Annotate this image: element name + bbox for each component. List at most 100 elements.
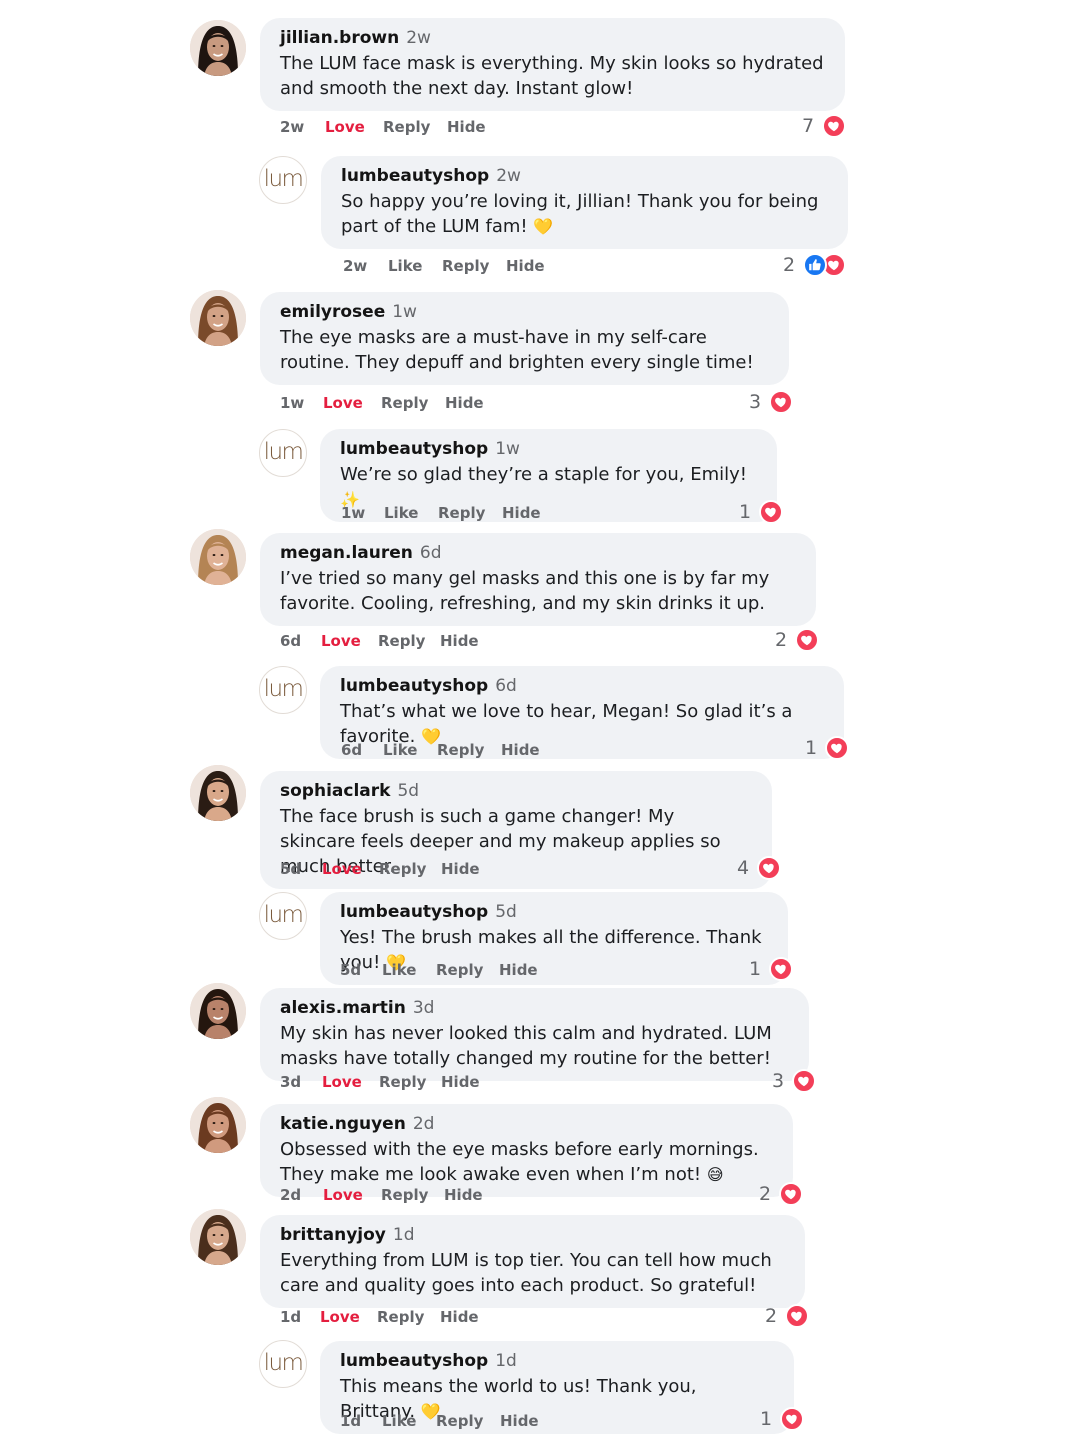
like-button[interactable]: Like <box>388 257 422 275</box>
avatar[interactable] <box>190 1209 246 1265</box>
username-link[interactable]: sophiaclark <box>280 781 390 801</box>
comment-bubble: jillian.brown 2w The LUM face mask is ever… <box>260 18 845 111</box>
username-link[interactable]: alexis.martin <box>280 998 406 1018</box>
hide-button[interactable]: Hide <box>441 860 480 878</box>
reply-button[interactable]: Reply <box>437 741 484 759</box>
hide-button[interactable]: Hide <box>501 741 540 759</box>
username-link[interactable]: lumbeautyshop <box>340 902 488 922</box>
username-link[interactable]: emilyrosee <box>280 302 385 322</box>
reaction-count: 3 <box>772 1070 785 1092</box>
hide-button[interactable]: Hide <box>445 394 484 412</box>
emoji: 💛 <box>533 217 554 236</box>
action-time[interactable]: 1d <box>340 1412 361 1430</box>
brand-avatar[interactable]: lum <box>259 429 307 477</box>
reply-button[interactable]: Reply <box>379 1073 426 1091</box>
avatar[interactable] <box>190 529 246 585</box>
brand-avatar[interactable]: lum <box>259 1340 307 1388</box>
love-button[interactable]: Love <box>322 860 362 878</box>
username-link[interactable]: brittanyjoy <box>280 1225 386 1245</box>
hide-button[interactable]: Hide <box>500 1412 539 1430</box>
hide-button[interactable]: Hide <box>440 1308 479 1326</box>
reaction-summary[interactable]: 1 <box>739 499 784 525</box>
action-time[interactable]: 1w <box>341 504 365 522</box>
hide-button[interactable]: Hide <box>441 1073 480 1091</box>
heart-icon <box>779 1182 804 1206</box>
action-time[interactable]: 6d <box>280 632 301 650</box>
love-button[interactable]: Love <box>325 118 365 136</box>
avatar[interactable] <box>190 20 246 76</box>
action-time[interactable]: 5d <box>340 961 361 979</box>
reaction-summary[interactable]: 1 <box>805 735 850 761</box>
brand-avatar[interactable]: lum <box>259 156 307 204</box>
username-link[interactable]: jillian.brown <box>280 28 399 48</box>
action-time[interactable]: 2w <box>343 257 367 275</box>
reply-button[interactable]: Reply <box>378 632 425 650</box>
username-link[interactable]: megan.lauren <box>280 543 413 563</box>
reply-button[interactable]: Reply <box>381 394 428 412</box>
action-time[interactable]: 2d <box>280 1186 301 1204</box>
hide-button[interactable]: Hide <box>502 504 541 522</box>
reply-button[interactable]: Reply <box>436 961 483 979</box>
hide-button[interactable]: Hide <box>506 257 545 275</box>
like-button[interactable]: Like <box>384 504 418 522</box>
comment-time: 2w <box>406 28 431 48</box>
like-button[interactable]: Like <box>382 961 416 979</box>
love-button[interactable]: Love <box>321 632 361 650</box>
like-button[interactable]: Like <box>383 741 417 759</box>
action-time[interactable]: 6d <box>341 741 362 759</box>
love-button[interactable]: Love <box>323 1186 363 1204</box>
hide-button[interactable]: Hide <box>440 632 479 650</box>
comment-time: 2w <box>496 166 521 186</box>
heart-icon <box>759 500 784 524</box>
reaction-summary[interactable]: 4 <box>737 855 782 881</box>
reaction-summary[interactable]: 2 <box>759 1181 804 1207</box>
love-button[interactable]: Love <box>320 1308 360 1326</box>
brand-avatar[interactable]: lum <box>259 666 307 714</box>
username-link[interactable]: lumbeautyshop <box>340 676 488 696</box>
reply-button[interactable]: Reply <box>436 1412 483 1430</box>
action-time[interactable]: 2w <box>280 118 304 136</box>
reply-button[interactable]: Reply <box>379 860 426 878</box>
avatar[interactable] <box>190 1097 246 1153</box>
comment-bubble: emilyrosee 1w The eye masks are a must-hav… <box>260 292 789 385</box>
brand-logo: lum <box>263 165 304 192</box>
heart-icon <box>780 1407 805 1431</box>
hide-button[interactable]: Hide <box>499 961 538 979</box>
avatar[interactable] <box>190 765 246 821</box>
comment-time: 3d <box>412 998 435 1018</box>
action-time[interactable]: 1w <box>280 394 304 412</box>
reaction-summary[interactable]: 2 <box>783 252 847 278</box>
avatar[interactable] <box>190 290 246 346</box>
love-button[interactable]: Love <box>322 1073 362 1091</box>
reply-button[interactable]: Reply <box>381 1186 428 1204</box>
username-link[interactable]: lumbeautyshop <box>340 439 488 459</box>
reply-button[interactable]: Reply <box>377 1308 424 1326</box>
reaction-summary[interactable]: 1 <box>749 956 794 982</box>
avatar[interactable] <box>190 983 246 1039</box>
comment-text: So happy you’re loving it, Jillian! Than… <box>341 191 819 237</box>
hide-button[interactable]: Hide <box>444 1186 483 1204</box>
username-link[interactable]: lumbeautyshop <box>340 1351 488 1371</box>
hide-button[interactable]: Hide <box>447 118 486 136</box>
brand-avatar[interactable]: lum <box>259 892 307 940</box>
reply-button[interactable]: Reply <box>438 504 485 522</box>
comment-time: 6d <box>419 543 442 563</box>
reaction-count: 2 <box>775 629 788 651</box>
reply-button[interactable]: Reply <box>383 118 430 136</box>
love-button[interactable]: Love <box>323 394 363 412</box>
username-link[interactable]: katie.nguyen <box>280 1114 406 1134</box>
comment-bubble: megan.lauren 6d I’ve tried so many gel mas… <box>260 533 816 626</box>
reaction-summary[interactable]: 2 <box>765 1303 810 1329</box>
reply-button[interactable]: Reply <box>442 257 489 275</box>
reaction-summary[interactable]: 1 <box>760 1406 805 1432</box>
reaction-summary[interactable]: 7 <box>802 113 847 139</box>
reaction-summary[interactable]: 3 <box>749 389 794 415</box>
like-button[interactable]: Like <box>382 1412 416 1430</box>
action-time[interactable]: 5d <box>280 860 301 878</box>
action-time[interactable]: 3d <box>280 1073 301 1091</box>
username-link[interactable]: lumbeautyshop <box>341 166 489 186</box>
reaction-summary[interactable]: 3 <box>772 1068 817 1094</box>
comment-bubble: lumbeautyshop 2w So happy you’re loving it… <box>321 156 848 249</box>
action-time[interactable]: 1d <box>280 1308 301 1326</box>
reaction-summary[interactable]: 2 <box>775 627 820 653</box>
